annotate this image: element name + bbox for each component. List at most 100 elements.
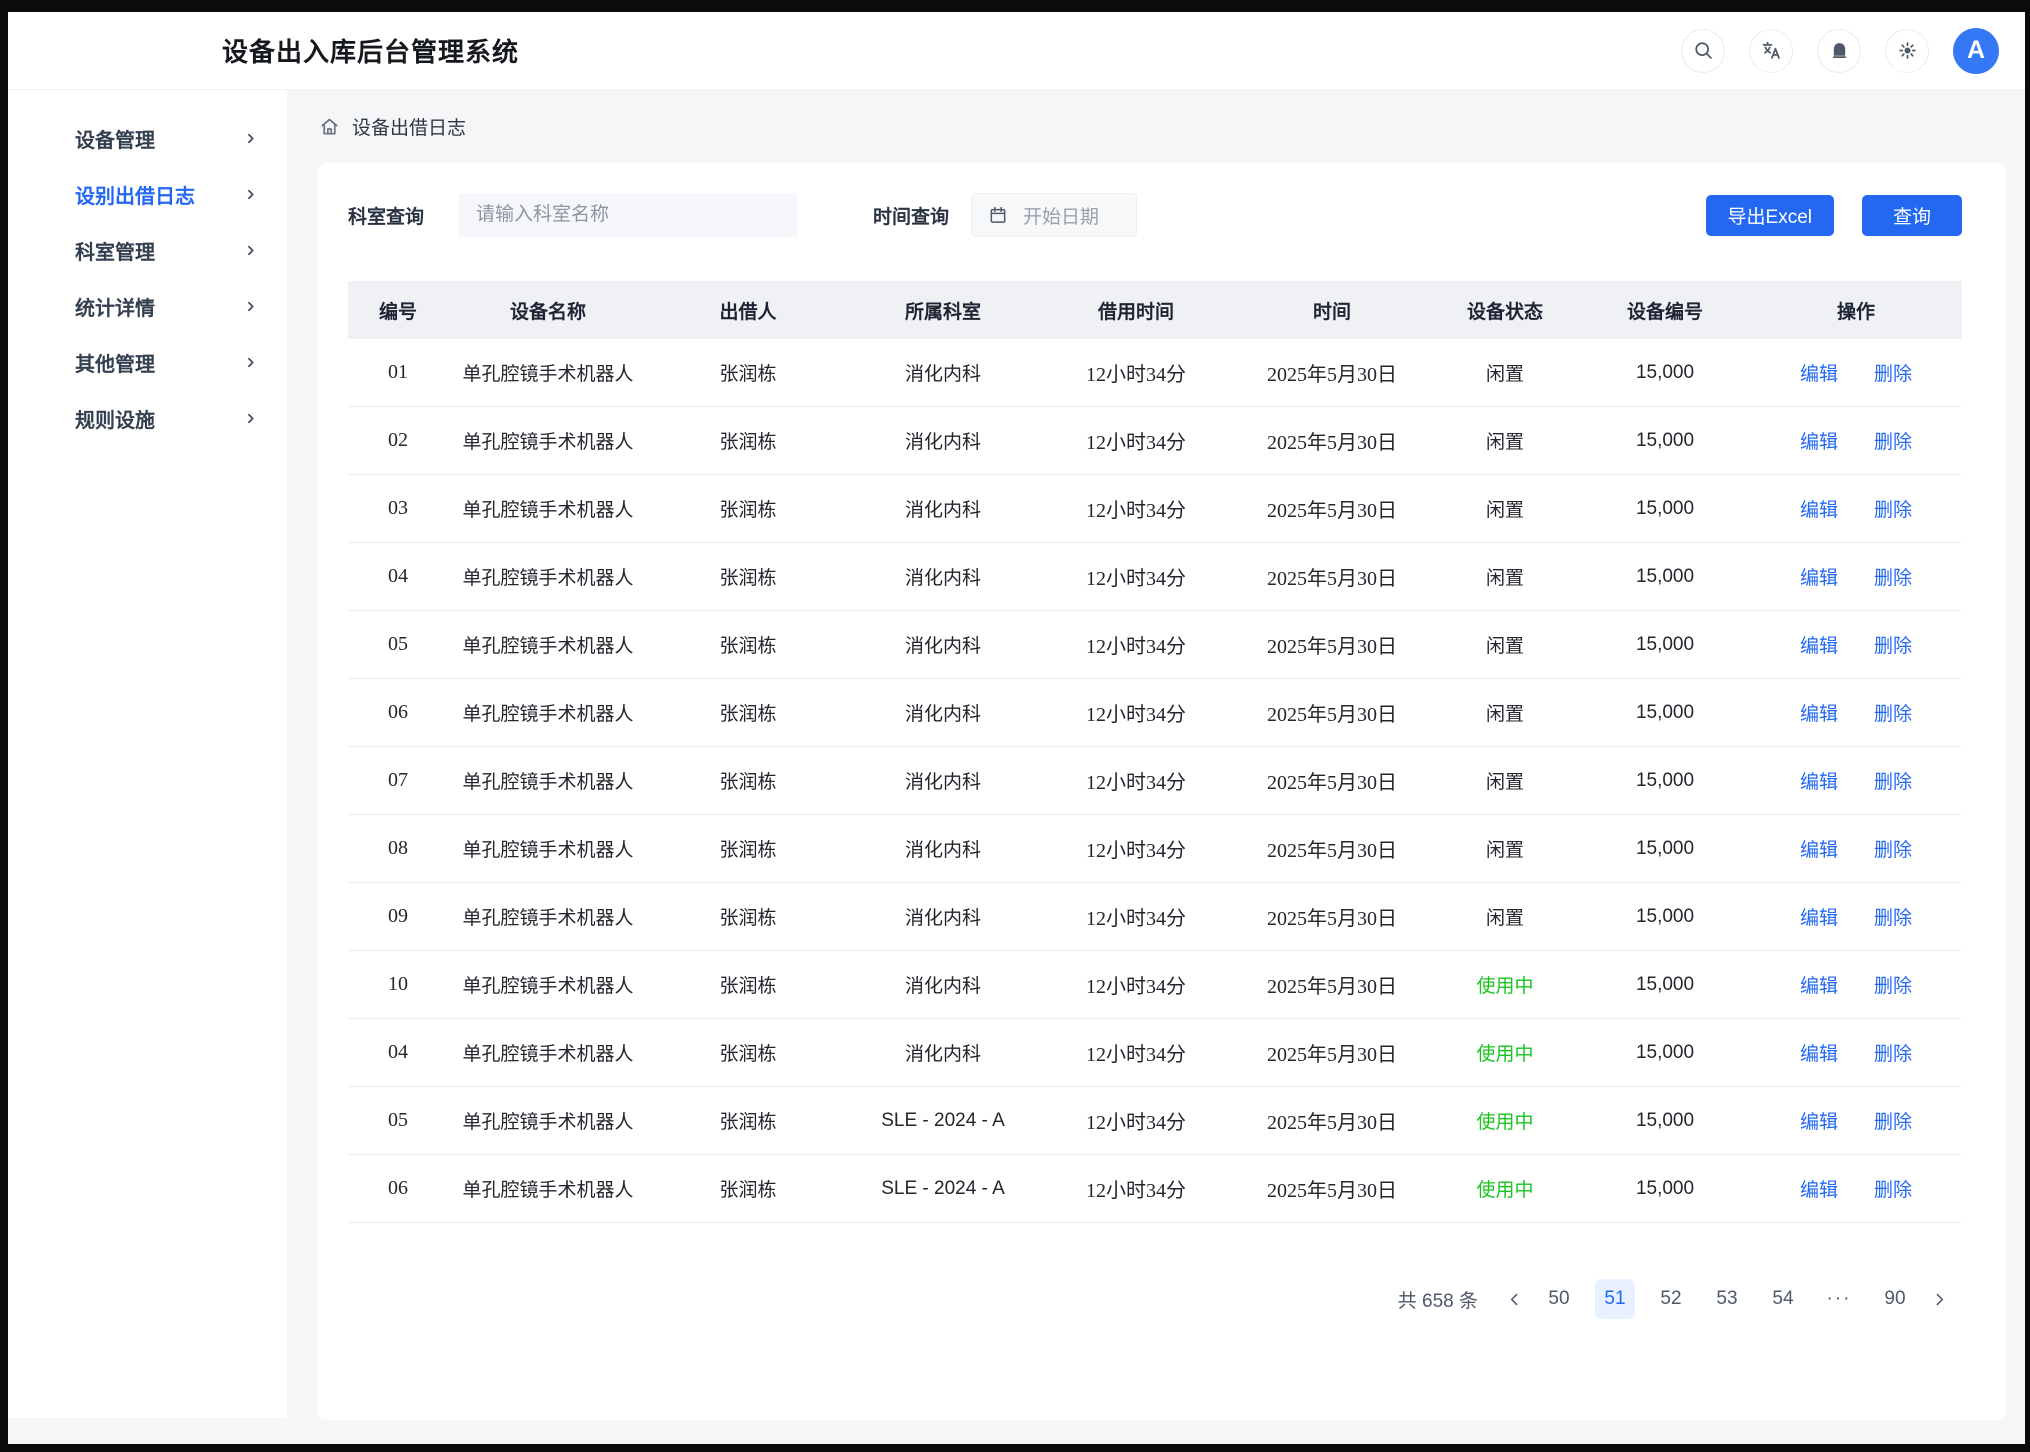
edit-link[interactable]: 编辑 [1800, 835, 1838, 862]
delete-link[interactable]: 删除 [1874, 1039, 1912, 1066]
page-number[interactable]: 90 [1875, 1279, 1915, 1319]
prev-page-button[interactable] [1506, 1291, 1523, 1308]
cell-device-no: 15,000 [1580, 702, 1750, 724]
edit-link[interactable]: 编辑 [1800, 495, 1838, 522]
cell-device-no: 15,000 [1580, 1178, 1750, 1200]
theme-button[interactable] [1885, 29, 1929, 73]
page-number[interactable]: 53 [1707, 1279, 1747, 1319]
cell-actions: 编辑 删除 [1750, 631, 1962, 658]
cell-date: 2025年5月30日 [1234, 1106, 1430, 1135]
next-page-button[interactable] [1931, 1291, 1948, 1308]
delete-link[interactable]: 删除 [1874, 495, 1912, 522]
sidebar-item[interactable]: 统计详情 [8, 278, 287, 334]
cell-no: 09 [348, 905, 448, 928]
cell-duration: 12小时34分 [1038, 970, 1234, 999]
dept-search-input[interactable] [458, 193, 798, 237]
delete-link[interactable]: 删除 [1874, 835, 1912, 862]
cell-lender: 张润栋 [648, 563, 848, 590]
cell-lender: 张润栋 [648, 359, 848, 386]
chevron-right-icon [244, 188, 257, 201]
cell-lender: 张润栋 [648, 903, 848, 930]
delete-link[interactable]: 删除 [1874, 1175, 1912, 1202]
table-body: 01单孔腔镜手术机器人张润栋消化内科12小时34分2025年5月30日闲置15,… [348, 339, 1962, 1223]
edit-link[interactable]: 编辑 [1800, 359, 1838, 386]
cell-status: 使用中 [1430, 1175, 1580, 1202]
page-number[interactable]: 54 [1763, 1279, 1803, 1319]
cell-no: 06 [348, 1177, 448, 1200]
topbar-actions: A [1681, 28, 1999, 74]
edit-link[interactable]: 编辑 [1800, 903, 1838, 930]
start-date-picker[interactable]: 开始日期 [971, 193, 1137, 237]
start-date-placeholder: 开始日期 [1023, 202, 1099, 229]
cell-no: 06 [348, 701, 448, 724]
cell-department: SLE - 2024 - A [848, 1178, 1038, 1200]
cell-actions: 编辑 删除 [1750, 1039, 1962, 1066]
edit-link[interactable]: 编辑 [1800, 1039, 1838, 1066]
cell-department: 消化内科 [848, 903, 1038, 930]
table-row: 04单孔腔镜手术机器人张润栋消化内科12小时34分2025年5月30日闲置15,… [348, 543, 1962, 611]
edit-link[interactable]: 编辑 [1800, 631, 1838, 658]
cell-date: 2025年5月30日 [1234, 1174, 1430, 1203]
query-button[interactable]: 查询 [1862, 195, 1962, 236]
cell-lender: 张润栋 [648, 1107, 848, 1134]
page-number[interactable]: 50 [1539, 1279, 1579, 1319]
user-avatar[interactable]: A [1953, 28, 1999, 74]
delete-link[interactable]: 删除 [1874, 563, 1912, 590]
sidebar-item[interactable]: 科室管理 [8, 222, 287, 278]
cell-duration: 12小时34分 [1038, 698, 1234, 727]
edit-link[interactable]: 编辑 [1800, 699, 1838, 726]
cell-no: 03 [348, 497, 448, 520]
cell-device-name: 单孔腔镜手术机器人 [448, 495, 648, 522]
cell-status: 闲置 [1430, 835, 1580, 862]
sidebar-item[interactable]: 其他管理 [8, 334, 287, 390]
language-button[interactable] [1749, 29, 1793, 73]
cell-device-no: 15,000 [1580, 1042, 1750, 1064]
delete-link[interactable]: 删除 [1874, 427, 1912, 454]
cell-lender: 张润栋 [648, 631, 848, 658]
cell-device-no: 15,000 [1580, 770, 1750, 792]
delete-link[interactable]: 删除 [1874, 359, 1912, 386]
table-row: 02单孔腔镜手术机器人张润栋消化内科12小时34分2025年5月30日闲置15,… [348, 407, 1962, 475]
delete-link[interactable]: 删除 [1874, 971, 1912, 998]
page-number-active[interactable]: 51 [1595, 1279, 1635, 1319]
cell-department: 消化内科 [848, 835, 1038, 862]
column-header: 时间 [1234, 297, 1430, 324]
export-excel-button[interactable]: 导出Excel [1706, 195, 1834, 236]
edit-link[interactable]: 编辑 [1800, 1107, 1838, 1134]
cell-device-name: 单孔腔镜手术机器人 [448, 631, 648, 658]
edit-link[interactable]: 编辑 [1800, 563, 1838, 590]
filter-bar: 科室查询 时间查询 开始日期 导出Excel 查询 [348, 193, 1962, 237]
notification-button[interactable] [1817, 29, 1861, 73]
delete-link[interactable]: 删除 [1874, 767, 1912, 794]
delete-link[interactable]: 删除 [1874, 631, 1912, 658]
cell-device-no: 15,000 [1580, 430, 1750, 452]
cell-department: 消化内科 [848, 971, 1038, 998]
breadcrumb[interactable]: 设备出借日志 [318, 90, 2006, 163]
delete-link[interactable]: 删除 [1874, 903, 1912, 930]
sidebar-item[interactable]: 规则设施 [8, 390, 287, 446]
cell-status: 使用中 [1430, 1039, 1580, 1066]
cell-device-no: 15,000 [1580, 974, 1750, 996]
delete-link[interactable]: 删除 [1874, 699, 1912, 726]
cell-device-no: 15,000 [1580, 498, 1750, 520]
cell-duration: 12小时34分 [1038, 766, 1234, 795]
cell-status: 使用中 [1430, 1107, 1580, 1134]
cell-device-name: 单孔腔镜手术机器人 [448, 1107, 648, 1134]
cell-date: 2025年5月30日 [1234, 834, 1430, 863]
delete-link[interactable]: 删除 [1874, 1107, 1912, 1134]
search-button[interactable] [1681, 29, 1725, 73]
page-number[interactable]: 52 [1651, 1279, 1691, 1319]
edit-link[interactable]: 编辑 [1800, 971, 1838, 998]
page-list: 5051525354···90 [1539, 1279, 1915, 1319]
edit-link[interactable]: 编辑 [1800, 1175, 1838, 1202]
edit-link[interactable]: 编辑 [1800, 767, 1838, 794]
cell-status: 闲置 [1430, 563, 1580, 590]
sidebar-item-label: 规则设施 [75, 404, 155, 433]
cell-date: 2025年5月30日 [1234, 630, 1430, 659]
table-header-row: 编号设备名称出借人所属科室借用时间时间设备状态设备编号操作 [348, 281, 1962, 339]
pagination: 共 658 条 5051525354···90 [348, 1279, 1962, 1319]
sidebar-item[interactable]: 设备管理 [8, 110, 287, 166]
sidebar-item[interactable]: 设别出借日志 [8, 166, 287, 222]
column-header: 出借人 [648, 297, 848, 324]
edit-link[interactable]: 编辑 [1800, 427, 1838, 454]
